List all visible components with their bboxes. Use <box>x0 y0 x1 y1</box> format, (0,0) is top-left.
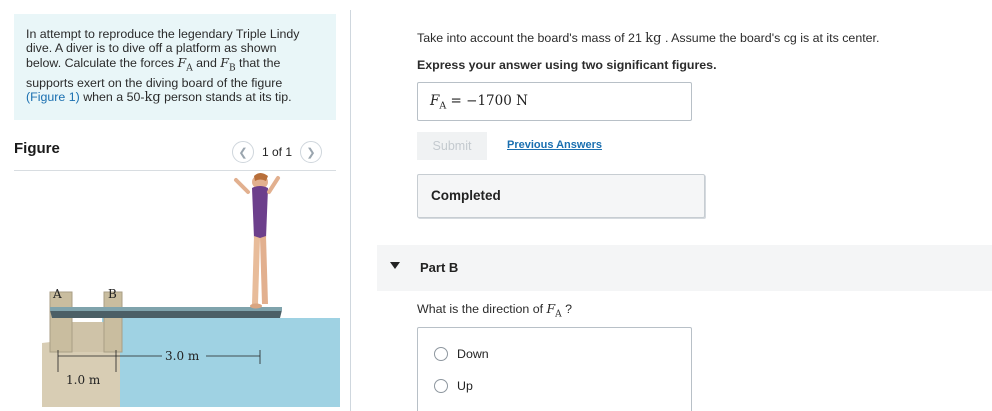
divider <box>14 170 336 171</box>
figure-title: Figure <box>14 140 60 157</box>
part-b-label[interactable]: Part B <box>420 260 458 275</box>
answer-field[interactable]: FA = −1700 N <box>417 82 692 121</box>
option-label: Up <box>457 379 473 393</box>
diving-board-top <box>50 307 282 311</box>
pool-water <box>102 318 340 407</box>
label-a: A <box>52 287 62 301</box>
problem-line: In attempt to reproduce the legendary Tr… <box>26 27 300 41</box>
part-b-question: What is the direction of FA ? <box>417 301 573 320</box>
support-a <box>49 291 73 353</box>
problem-line: below. Calculate the forces FA and FB th… <box>26 54 281 74</box>
part-a-prompt: Take into account the board's mass of 21… <box>417 31 880 46</box>
caret-down-icon[interactable] <box>390 262 400 269</box>
chevron-right-icon: ❯ <box>306 146 316 159</box>
option-up[interactable]: Up <box>434 379 473 393</box>
part-a-instruction: Express your answer using two significan… <box>417 58 717 72</box>
diving-board <box>50 310 282 318</box>
column-divider <box>350 10 351 411</box>
force-a-symbol: FA <box>177 54 193 74</box>
figure-link[interactable]: Figure 1 <box>30 90 75 104</box>
problem-line: dive. A diver is to dive off a platform … <box>26 41 277 56</box>
prev-figure-button[interactable]: ❮ <box>232 141 254 163</box>
problem-statement: In attempt to reproduce the legendary Tr… <box>14 14 336 120</box>
completed-status: Completed <box>417 174 705 218</box>
pager-count: 1 of 1 <box>262 145 293 159</box>
radio-button[interactable] <box>434 347 448 361</box>
figure-pager: ❮ 1 of 1 ❯ <box>232 141 323 163</box>
support-b <box>103 291 123 353</box>
next-figure-button[interactable]: ❯ <box>300 141 323 163</box>
part-b-header[interactable] <box>377 245 992 291</box>
diving-board-figure: A B 3.0 m 1.0 m <box>42 173 340 407</box>
submit-button[interactable]: Submit <box>417 132 487 160</box>
option-down[interactable]: Down <box>434 347 489 361</box>
diver <box>234 173 280 309</box>
chevron-left-icon: ❮ <box>238 146 248 159</box>
force-b-symbol: FB <box>220 54 236 74</box>
answer-options: Down Up <box>417 327 692 411</box>
problem-line: (Figure 1) when a 50-kg person stands at… <box>26 90 292 106</box>
dim-short-label: 1.0 m <box>66 373 101 387</box>
previous-answers-link[interactable]: Previous Answers <box>507 139 602 151</box>
radio-button[interactable] <box>434 379 448 393</box>
answer-value: −1700 N <box>466 93 528 109</box>
label-b: B <box>108 287 117 301</box>
answer-variable: FA <box>430 93 447 112</box>
option-label: Down <box>457 347 489 361</box>
dim-long-label: 3.0 m <box>165 349 200 363</box>
problem-line: supports exert on the diving board of th… <box>26 75 283 90</box>
